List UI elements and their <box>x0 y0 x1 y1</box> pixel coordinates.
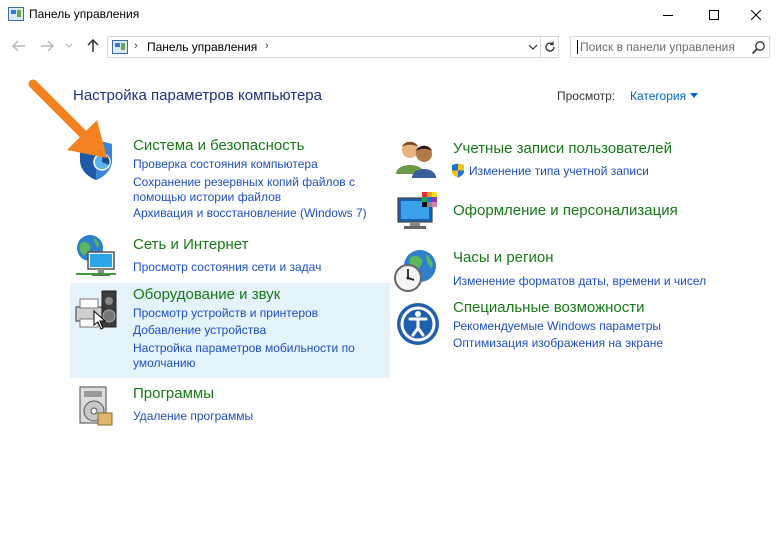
category-title-clock-region[interactable]: Часы и регион <box>453 249 554 266</box>
link-backup-restore[interactable]: Архивация и восстановление (Windows 7) <box>133 205 367 221</box>
link-optimize-display[interactable]: Оптимизация изображения на экране <box>453 335 663 351</box>
breadcrumb-separator-icon[interactable]: › <box>134 40 138 52</box>
category-title-ease-of-access[interactable]: Специальные возможности <box>453 299 645 316</box>
accessibility-icon[interactable] <box>394 300 442 348</box>
maximize-button[interactable] <box>691 0 737 30</box>
forward-button[interactable] <box>37 36 57 56</box>
link-uninstall-program[interactable]: Удаление программы <box>133 408 253 424</box>
title-bar: Панель управления <box>0 0 779 30</box>
printer-speaker-icon[interactable] <box>72 285 120 333</box>
shield-icon[interactable] <box>72 136 120 184</box>
arrow-right-icon <box>41 40 54 52</box>
close-button[interactable] <box>733 0 779 30</box>
category-title-system-security[interactable]: Система и безопасность <box>133 137 304 154</box>
link-file-history-backup[interactable]: Сохранение резервных копий файлов с <box>133 174 355 190</box>
chevron-down-icon[interactable] <box>690 93 698 98</box>
address-divider <box>540 37 541 57</box>
clock-globe-icon[interactable] <box>392 246 440 294</box>
control-panel-app-icon <box>8 7 24 21</box>
search-box[interactable]: Поиск в панели управления <box>570 36 770 58</box>
programs-disc-icon[interactable] <box>72 383 120 431</box>
category-title-user-accounts[interactable]: Учетные записи пользователей <box>453 140 672 157</box>
link-recommended-settings[interactable]: Рекомендуемые Windows параметры <box>453 318 661 334</box>
refresh-button[interactable] <box>542 39 558 55</box>
search-icon[interactable] <box>751 40 767 56</box>
address-history-button[interactable] <box>526 40 540 54</box>
up-button[interactable] <box>83 36 103 56</box>
maximize-icon <box>709 10 719 20</box>
chevron-down-icon <box>528 44 538 50</box>
link-network-status[interactable]: Просмотр состояния сети и задач <box>133 259 321 275</box>
link-mobility-settings[interactable]: Настройка параметров мобильности по <box>133 340 355 356</box>
window-title: Панель управления <box>29 7 140 21</box>
minimize-button[interactable] <box>645 0 691 30</box>
arrow-up-icon <box>87 39 99 52</box>
control-panel-icon <box>112 40 128 54</box>
address-bar[interactable]: › Панель управления › <box>107 36 559 58</box>
globe-network-icon[interactable] <box>72 232 120 280</box>
navigation-bar: › Панель управления › Поиск в панели упр… <box>0 31 779 61</box>
category-title-network-internet[interactable]: Сеть и Интернет <box>133 236 249 253</box>
category-title-hardware-sound[interactable]: Оборудование и звук <box>133 286 280 303</box>
link-devices-printers[interactable]: Просмотр устройств и принтеров <box>133 305 318 321</box>
chevron-down-icon <box>65 43 73 48</box>
refresh-icon <box>545 41 555 52</box>
link-file-history-backup-cont[interactable]: помощью истории файлов <box>133 189 281 205</box>
arrow-left-icon <box>12 40 25 52</box>
page-title: Настройка параметров компьютера <box>73 87 322 104</box>
uac-shield-icon <box>452 163 464 178</box>
users-icon[interactable] <box>392 134 440 182</box>
monitor-palette-icon[interactable] <box>394 188 442 236</box>
link-change-date-formats[interactable]: Изменение форматов даты, времени и чисел <box>453 273 706 289</box>
view-by-label: Просмотр: <box>557 89 616 103</box>
link-check-computer-status[interactable]: Проверка состояния компьютера <box>133 156 318 172</box>
breadcrumb-control-panel[interactable]: Панель управления <box>147 40 257 54</box>
close-icon <box>751 10 761 20</box>
recent-locations-button[interactable] <box>62 36 76 56</box>
search-input[interactable]: Поиск в панели управления <box>580 40 735 54</box>
link-add-device[interactable]: Добавление устройства <box>133 322 266 338</box>
category-title-appearance[interactable]: Оформление и персонализация <box>453 202 678 219</box>
category-title-programs[interactable]: Программы <box>133 385 214 402</box>
text-caret <box>577 40 578 54</box>
link-change-account-type[interactable]: Изменение типа учетной записи <box>469 163 649 179</box>
breadcrumb-separator-icon[interactable]: › <box>265 40 269 52</box>
link-mobility-settings-cont[interactable]: умолчанию <box>133 355 196 371</box>
view-by-dropdown[interactable]: Категория <box>630 89 686 103</box>
back-button[interactable] <box>9 36 29 56</box>
minimize-icon <box>663 15 673 16</box>
